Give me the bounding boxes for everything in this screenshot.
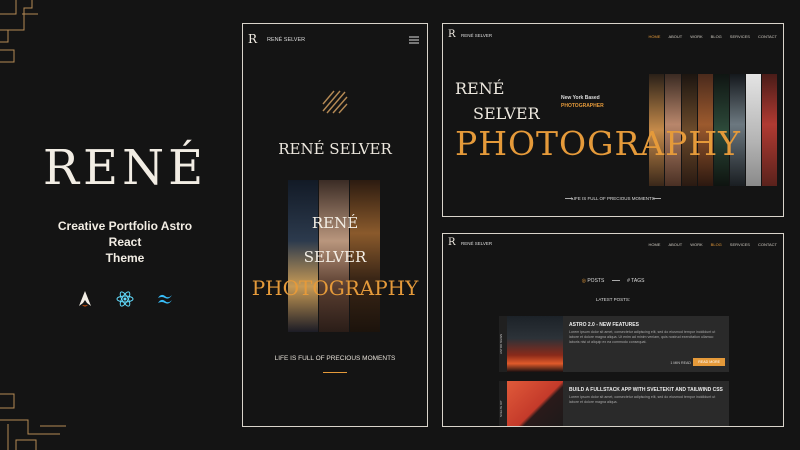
post-card[interactable]: SVELTE KIT BUILD A FULLSTACK APP WITH SV… [499,381,729,426]
mobile-header: R RENÉ SELVER [243,24,427,56]
posts-icon: ◎ [581,278,586,284]
tagline-divider-right [653,198,661,199]
site-name: RENÉ SELVER [461,33,493,38]
post-title[interactable]: BUILD A FULLSTACK APP WITH SVELTEKIT AND… [569,387,723,393]
top-left-ornament [0,0,38,63]
nav-contact[interactable]: CONTACT [758,34,777,39]
post-category: ASTRO NEWS [499,316,507,372]
hamburger-menu-icon[interactable] [409,36,419,44]
react-icon [116,290,134,308]
post-excerpt: Lorem ipsum dolor sit amet, consectetur … [569,395,716,404]
overlay-name-2: SELVER [303,248,367,266]
post-excerpt: Lorem ipsum dolor sit amet, consectetur … [569,330,716,344]
nav-services[interactable]: SERVICES [730,242,750,247]
post-category: SVELTE KIT [499,381,507,426]
tech-icons [40,290,210,308]
blog-tabs: ◎ POSTS # TAGS [443,278,783,284]
brand-title: RENÉ [42,140,208,196]
post-card[interactable]: ASTRO NEWS ASTRO 2.0 - NEW FEATURES Lore… [499,316,729,372]
nav-contact[interactable]: CONTACT [758,242,777,247]
role: PHOTOGRAPHER [561,103,604,109]
site-logo[interactable]: R [248,32,257,46]
stripe-logo-icon [322,90,348,114]
nav-services[interactable]: SERVICES [730,34,750,39]
tagline: LIFE IS FULL OF PRECIOUS MOMENTS [571,196,655,201]
site-logo[interactable]: R [448,237,456,248]
tab-tags[interactable]: # TAGS [627,278,644,284]
nav-blog[interactable]: BLOG [711,34,722,39]
overlay-photography: PHOTOGRAPHY [251,276,419,300]
brand-block: RENÉ Creative Portfolio Astro React Them… [40,140,210,308]
tagline-divider [323,372,347,373]
nav-about[interactable]: ABOUT [668,34,682,39]
desktop-blog-preview: R RENÉ SELVER HOME ABOUT WORK BLOG SERVI… [442,233,784,427]
main-nav: HOME ABOUT WORK BLOG SERVICES CONTACT [648,34,777,39]
tagline-divider-left [565,198,573,199]
post-thumbnail [507,316,563,372]
nav-work[interactable]: WORK [690,242,702,247]
post-title[interactable]: ASTRO 2.0 - NEW FEATURES [569,322,639,328]
location: New York Based [561,95,600,101]
hero-name-1: RENÉ [455,79,505,98]
hero-name: RENÉ SELVER [278,140,392,158]
brand-subtitle: Creative Portfolio Astro React Theme [57,219,193,265]
latest-posts-label: LATEST POSTS: [595,297,631,302]
hash-icon: # [627,278,630,284]
site-name: RENÉ SELVER [267,37,306,43]
post-thumbnail [507,381,563,426]
tab-divider [611,280,620,282]
bottom-left-ornament [0,393,66,450]
site-logo[interactable]: R [448,29,456,40]
hero-photography: PHOTOGRAPHY [455,124,741,163]
overlay-name-1: RENÉ [311,214,359,232]
nav-home[interactable]: HOME [648,34,660,39]
nav-home[interactable]: HOME [648,242,660,247]
site-name: RENÉ SELVER [461,241,493,246]
nav-about[interactable]: ABOUT [668,242,682,247]
read-more-button[interactable]: READ MORE [693,358,725,366]
tab-posts[interactable]: ◎ POSTS [582,278,605,284]
tagline: LIFE IS FULL OF PRECIOUS MOMENTS [274,355,396,362]
astro-icon [76,290,94,308]
tailwind-icon [156,290,174,308]
desktop-home-preview: R RENÉ SELVER HOME ABOUT WORK BLOG SERVI… [442,23,784,217]
hero-name-2: SELVER [473,104,540,123]
nav-work[interactable]: WORK [690,34,702,39]
mobile-preview: R RENÉ SELVER RENÉ SELVER RENÉ SELVER PH… [242,23,428,427]
post-readtime: 1 MIN READ [670,361,691,365]
main-nav: HOME ABOUT WORK BLOG SERVICES CONTACT [648,242,777,247]
nav-blog[interactable]: BLOG [711,242,722,247]
